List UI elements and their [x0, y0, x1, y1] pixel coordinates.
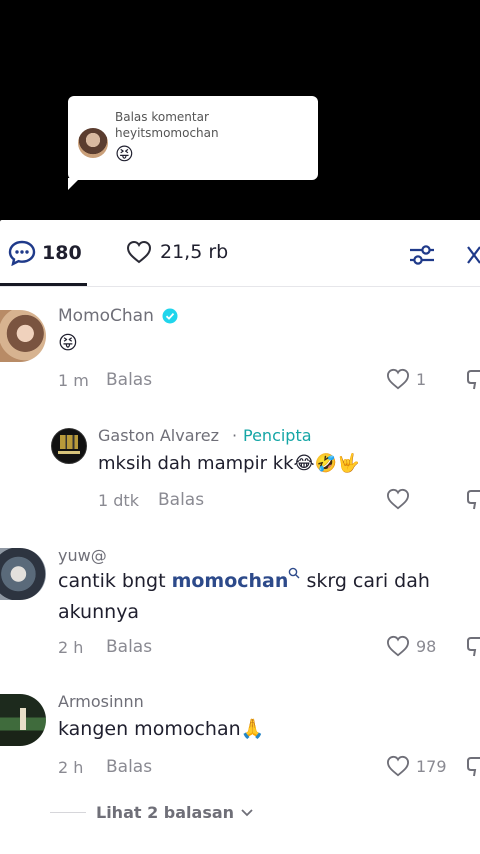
dislike-icon[interactable]	[466, 756, 480, 778]
reply-button[interactable]: Balas	[158, 490, 204, 510]
mention-link[interactable]: momochan	[172, 570, 289, 592]
avatar[interactable]	[0, 548, 46, 600]
tab-likes[interactable]: 21,5 rb	[126, 240, 228, 264]
comment-time: 2 h	[58, 758, 84, 777]
avatar[interactable]	[0, 694, 46, 746]
like-button[interactable]	[386, 488, 416, 510]
creator-badge: Pencipta	[243, 426, 312, 445]
avatar[interactable]	[51, 428, 87, 464]
dislike-icon[interactable]	[466, 636, 480, 658]
like-button[interactable]: 179	[386, 755, 447, 777]
dislike-icon[interactable]	[466, 489, 480, 511]
comment-time: 2 h	[58, 638, 84, 657]
avatar	[78, 128, 108, 158]
tab-comments[interactable]: 180	[8, 240, 82, 266]
divider	[50, 812, 86, 813]
comment-text-part: akunnya	[58, 601, 140, 623]
comment-text-part: cantik bngt	[58, 570, 172, 592]
comment-text: kangen momochan🙏	[58, 718, 265, 740]
reply-button[interactable]: Balas	[106, 757, 152, 777]
like-button[interactable]: 1	[386, 368, 426, 390]
view-replies-button[interactable]: Lihat 2 balasan	[50, 803, 254, 822]
comment-time: 1 dtk	[98, 491, 139, 510]
likes-count: 21,5 rb	[160, 241, 229, 263]
comment-text: cantik bngt momochan skrg cari dah akunn…	[58, 566, 458, 628]
avatar[interactable]	[0, 310, 46, 362]
view-replies-label: Lihat 2 balasan	[96, 803, 235, 822]
comment-time: 1 m	[58, 371, 89, 390]
heart-icon	[386, 488, 410, 510]
comment-username[interactable]: MomoChan	[58, 306, 154, 326]
heart-icon	[386, 635, 410, 657]
comment-text: 😝	[58, 332, 78, 354]
comments-count: 180	[42, 242, 82, 264]
dislike-icon[interactable]	[466, 369, 480, 391]
name-separator: ·	[232, 426, 238, 445]
like-count: 98	[416, 636, 437, 656]
chevron-down-icon	[241, 808, 253, 816]
heart-icon	[386, 368, 410, 390]
reply-button[interactable]: Balas	[106, 370, 152, 390]
close-icon[interactable]	[466, 244, 480, 266]
active-tab-indicator	[0, 283, 87, 286]
heart-icon	[386, 755, 410, 777]
filter-icon[interactable]	[408, 242, 436, 268]
comment-username[interactable]: yuw@	[58, 546, 107, 565]
comment-bubble-icon	[8, 240, 36, 266]
panel-tabs: 180 21,5 rb	[0, 220, 480, 287]
reply-bubble-username: heyitsmomochan	[115, 126, 219, 140]
comment-text-part: skrg cari dah	[300, 570, 430, 592]
reply-bubble: Balas komentar heyitsmomochan 😝	[68, 96, 318, 190]
like-count: 1	[416, 369, 427, 389]
search-icon[interactable]	[288, 567, 300, 579]
comment-username[interactable]: Armosinnn	[58, 692, 144, 711]
reply-bubble-emoji: 😝	[115, 144, 134, 165]
heart-icon	[126, 240, 152, 264]
like-count: 179	[416, 756, 447, 776]
comments-panel: 180 21,5 rb MomoChan 😝 1 m Balas 1 Gasto…	[0, 220, 480, 854]
verified-badge-icon	[162, 308, 178, 324]
comment-text: mksih dah mampir kk😂🤣🤟	[98, 453, 360, 474]
reply-button[interactable]: Balas	[106, 637, 152, 657]
like-button[interactable]: 98	[386, 635, 436, 657]
reply-bubble-title: Balas komentar	[115, 110, 209, 124]
comment-username[interactable]: Gaston Alvarez	[98, 426, 219, 445]
